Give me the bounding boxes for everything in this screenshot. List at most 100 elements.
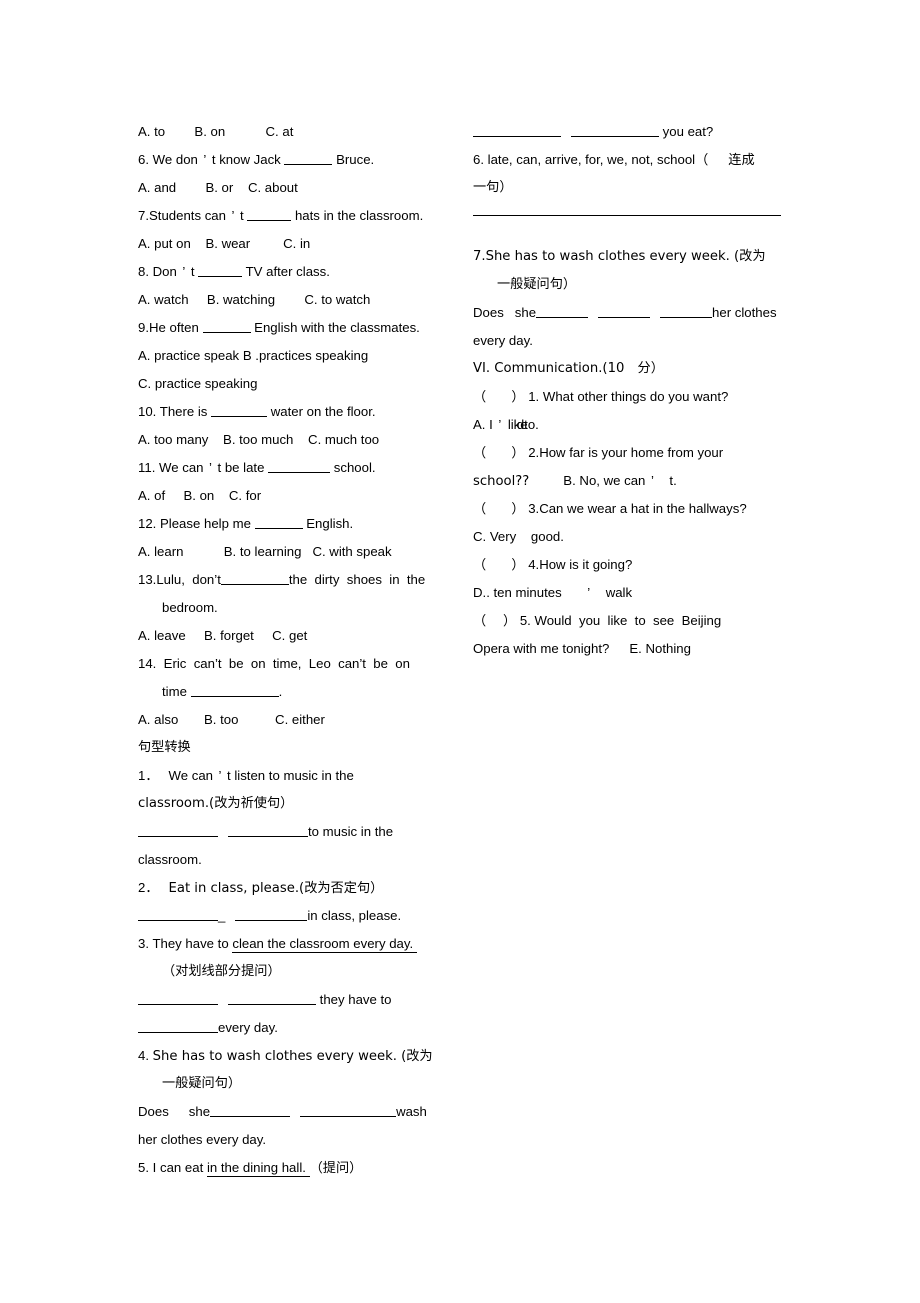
transform-4-she: she (188, 1104, 211, 1119)
q8-blank[interactable] (198, 263, 243, 277)
right-question-6-line1: 6. late, can, arrive, for, we, not, scho… (473, 146, 795, 174)
q13-stem-a: 13.Lulu, don’t (138, 572, 221, 587)
q12-blank[interactable] (254, 515, 303, 529)
transform-3-answer-line2: every day. (138, 1014, 468, 1042)
question-14-line1: 14. Eric can’t be on time, Leo can’t be … (138, 656, 410, 671)
comm-question-3: （ ） 3.Can we wear a hat in the hallways? (473, 495, 795, 523)
comm-q2-marker[interactable]: （ ） (473, 446, 525, 461)
q11-stem-c: school. (330, 460, 376, 475)
transform-2-blank-1[interactable] (138, 907, 218, 921)
transform-1-blank-1[interactable] (138, 823, 218, 837)
right-top-tail: you eat? (659, 124, 714, 139)
q8-stem-a: 8. Don (138, 264, 177, 279)
right-q7-blank-1[interactable] (536, 304, 589, 318)
right-question-7-line2: 一般疑问句） (497, 277, 577, 292)
transform-1-answer-line2: classroom. (138, 852, 202, 867)
comm-opt-b-apostrophe: ’ (650, 473, 654, 488)
comm-opt-b-text-b: t. (669, 473, 677, 488)
right-q7-blank-3[interactable] (660, 304, 713, 318)
options-line-q5: A. to B. on C. at (138, 124, 294, 139)
comm-opt-e-label: E. (629, 641, 642, 656)
question-13-line2: bedroom. (162, 600, 218, 615)
comm-opt-c-label: C. (473, 529, 487, 544)
comm-opt-a-label: A. (473, 417, 486, 432)
q7-blank[interactable] (247, 207, 292, 221)
comm-q5-text: Would you like to see Beijing (534, 613, 722, 628)
q6-apostrophe: ’ (203, 152, 207, 167)
question-11: 11. We can ’ t be late school. (138, 454, 468, 482)
q9-stem-a: 9.He often (138, 320, 203, 335)
transform-4-blank-2[interactable] (300, 1103, 397, 1117)
transform-2-blank-2[interactable] (235, 907, 308, 921)
transform-2-line1: 2． Eat in class, please.(改为否定句） (138, 874, 468, 902)
transform-4-text: She has to wash clothes every week. (改为 (152, 1049, 433, 1064)
options-line-q10: A. too many B. too much C. much too (138, 432, 380, 447)
q9-blank[interactable] (202, 319, 251, 333)
question-7: 7.Students can ’ t hats in the classroom. (138, 202, 468, 230)
q9-stem-c: English with the classmates. (250, 320, 420, 335)
q13-blank[interactable] (220, 571, 289, 585)
question-6: 6. We don ’ t know Jack Bruce. (138, 146, 468, 174)
question-14-line2: time . (138, 678, 468, 706)
transform-4-line2: 一般疑问句） (162, 1076, 242, 1091)
comm-q1-marker[interactable]: （ ） (473, 390, 525, 405)
q11-stem-a: 11. We can (138, 460, 204, 475)
question-12: 12. Please help me English. (138, 510, 468, 538)
comm-q4-marker[interactable]: （ ） (473, 558, 525, 573)
options-line-q13: A. leave B. forget C. get (138, 628, 308, 643)
q11-blank[interactable] (268, 459, 331, 473)
section-heading-sentence-transformation: 句型转换 (138, 740, 191, 755)
comm-option-d: D.. ten minutes ’ walk (473, 579, 795, 607)
transform-4-does: Does (138, 1104, 169, 1119)
options-line-q11: A. of B. on C. for (138, 488, 262, 503)
transform-1-text-b: t listen to music in the (227, 768, 354, 783)
transform-1-blank-2[interactable] (228, 823, 308, 837)
transform-4-answer-line1: Does she wash (138, 1098, 468, 1126)
transform-2-text: Eat in class, please.(改为否定句） (168, 881, 384, 896)
right-top-blank-1[interactable] (473, 123, 561, 137)
answer-rule[interactable] (473, 215, 781, 216)
q13-stem-b: the dirty shoes in the (288, 572, 426, 587)
comm-q5-num: 5. (519, 613, 531, 628)
comm-opt-b-text: No, we can (579, 473, 646, 488)
worksheet-page: A. to B. on C. at 6. We don ’ t know Jack … (0, 0, 920, 1303)
q14-blank[interactable] (190, 683, 279, 697)
q12-stem-a: 12. Please help me (138, 516, 255, 531)
transform-2-number: 2． (138, 880, 159, 895)
right-q6-answer-rule[interactable] (473, 215, 795, 243)
transform-3-number: 3. (138, 936, 153, 951)
q6-blank[interactable] (284, 151, 333, 165)
comm-q3-num: 3. (528, 501, 540, 516)
comm-q5-marker[interactable]: （ ） (473, 614, 516, 629)
right-q7-does-she: Does she (473, 305, 537, 320)
right-top-blank-2[interactable] (571, 123, 659, 137)
q10-stem-c: water on the floor. (267, 404, 376, 419)
q6-stem-a: 6. We don (138, 152, 198, 167)
q6-stem-c: Bruce. (332, 152, 375, 167)
right-question-6-line2: 一句） (473, 180, 513, 195)
comm-opt-d-text-a: . ten minutes (486, 585, 562, 600)
spacer (413, 936, 417, 953)
question-8: 8. Don ’ t TV after class. (138, 258, 468, 286)
right-q7-blank-2[interactable] (598, 304, 651, 318)
comm-q1-num: 1. (528, 389, 540, 404)
transform-4-line1: 4. She has to wash clothes every week. (… (138, 1042, 468, 1070)
q10-blank[interactable] (211, 403, 268, 417)
comm-q1-text: What other things do you want? (542, 389, 729, 404)
transform-3-blank-3[interactable] (138, 1019, 218, 1033)
transform-3-blank-1[interactable] (138, 991, 218, 1005)
comm-q3-marker[interactable]: （ ） (473, 502, 525, 517)
comm-option-a: A. I’ d like to. (473, 411, 795, 439)
options-line-q9a: A. practice speak B .practices speaking (138, 348, 369, 363)
transform-4-blank-1[interactable] (210, 1103, 291, 1117)
comm-question-4: （ ） 4.How is it going? (473, 551, 795, 579)
options-line-q6: A. and B. or C. about (138, 180, 298, 195)
comm-opt-a-overlap-group: d like (508, 411, 528, 439)
q11-apostrophe: ’ (209, 460, 212, 475)
comm-opt-d-apostrophe: ’ (587, 585, 591, 600)
q14-period: . (278, 684, 283, 699)
communication-heading: VI. Communication.(10 分） (473, 361, 664, 376)
transform-1-answer-line: to music in the (138, 818, 468, 846)
comm-q4-text: How is it going? (539, 557, 633, 572)
transform-3-blank-2[interactable] (228, 991, 316, 1005)
